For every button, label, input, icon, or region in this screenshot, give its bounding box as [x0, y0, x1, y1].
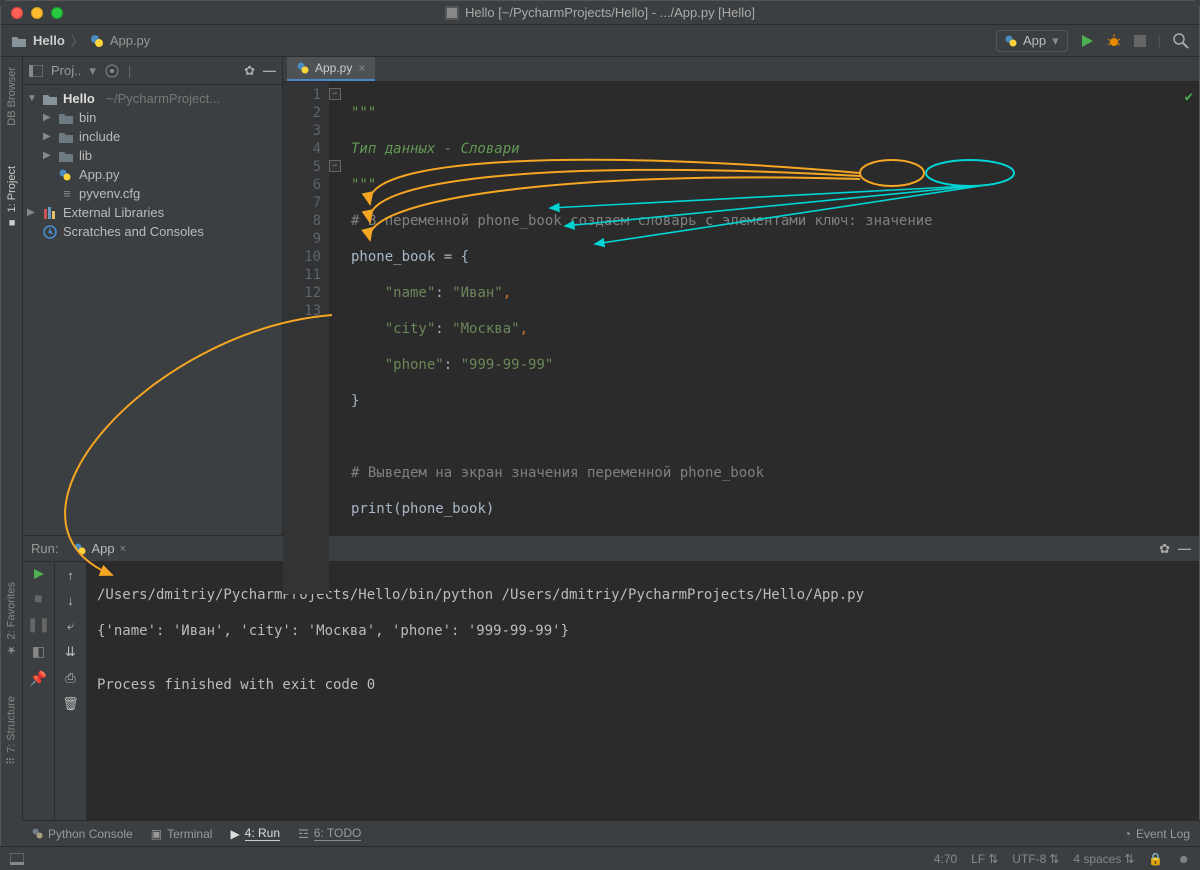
pause-icon[interactable]: ❚❚	[27, 616, 50, 633]
favorites-tab[interactable]: ★2: Favorites	[5, 582, 18, 656]
run-panel-label: Run:	[31, 541, 58, 556]
tree-folder-include[interactable]: ▶include	[23, 127, 282, 146]
python-icon	[32, 828, 43, 839]
debug-button[interactable]	[1106, 34, 1122, 48]
layout-icon[interactable]: ◧	[32, 643, 45, 660]
titlebar: Hello [~/PycharmProjects/Hello] - .../Ap…	[1, 1, 1199, 25]
run-tab-label: App	[91, 541, 114, 556]
play-icon: ▶	[230, 827, 239, 841]
left-tool-strip: DB Browser ■1: Project ★2: Favorites ⠿7:…	[1, 57, 23, 845]
editor-tab-app[interactable]: App.py ×	[287, 57, 375, 81]
navigation-bar: Hello 〉 App.py App ▾ |	[1, 25, 1199, 57]
stop-button[interactable]	[1134, 35, 1146, 47]
run-toolbar-right: ↑ ↓ ⤶ ⇊ ⎙ 🗑	[55, 562, 87, 845]
run-config-selector[interactable]: App ▾	[996, 30, 1068, 52]
event-log-tab[interactable]: ◔Event Log	[1124, 827, 1190, 841]
todo-tab[interactable]: ☲6: TODO	[298, 826, 361, 841]
python-icon	[297, 62, 309, 74]
panel-title[interactable]: Proj..	[51, 63, 81, 78]
folder-icon	[11, 34, 27, 48]
window-controls	[11, 7, 63, 19]
indent-config[interactable]: 4 spaces⇅	[1073, 852, 1134, 866]
editor-tabbar: App.py ×	[283, 57, 1199, 82]
statusbar: 4:70 LF⇅ UTF-8⇅ 4 spaces⇅ 🔒 ☻	[0, 846, 1200, 870]
run-button[interactable]	[1080, 34, 1094, 48]
gear-icon[interactable]: ✿	[244, 63, 255, 79]
console-stdout: {'name': 'Иван', 'city': 'Москва', 'phon…	[97, 622, 1189, 640]
trash-icon[interactable]: 🗑	[62, 696, 79, 712]
code-area[interactable]: ✔ 1234 5678 910111213 − − """ Тип данных…	[283, 82, 1199, 594]
close-icon[interactable]: ×	[358, 61, 365, 75]
tool-window-quick-access-icon[interactable]	[10, 853, 24, 865]
editor: App.py × ✔ 1234 5678 910111213 − −	[283, 57, 1199, 535]
inspector-icon[interactable]: ☻	[1177, 852, 1190, 866]
event-log-icon: ◔	[1124, 827, 1131, 841]
run-toolbar-left: ■ ❚❚ ◧ 📌	[23, 562, 55, 845]
up-icon[interactable]: ↑	[67, 568, 74, 583]
project-tool-tab[interactable]: ■1: Project	[6, 166, 18, 228]
rerun-icon[interactable]	[33, 568, 45, 580]
chevron-down-icon: ▾	[1052, 33, 1059, 49]
search-icon[interactable]	[1173, 33, 1189, 49]
python-icon	[1005, 35, 1017, 47]
window-title: Hello [~/PycharmProjects/Hello] - .../Ap…	[445, 5, 755, 20]
tree-folder-lib[interactable]: ▶lib	[23, 146, 282, 165]
breadcrumb-project[interactable]: Hello	[33, 33, 65, 48]
code-content[interactable]: """ Тип данных - Словари """ # В перемен…	[329, 82, 1199, 594]
run-tab[interactable]: App ×	[66, 539, 134, 558]
db-browser-tab[interactable]: DB Browser	[6, 67, 18, 126]
terminal-icon: ▣	[151, 827, 162, 841]
project-view-icon	[29, 65, 43, 77]
tree-external[interactable]: ▶External Libraries	[23, 203, 282, 222]
structure-tab[interactable]: ⠿7: Structure	[5, 696, 18, 765]
print-icon[interactable]: ⎙	[65, 670, 75, 686]
stop-icon[interactable]: ■	[34, 590, 42, 606]
project-panel: Proj..▾ | ✿ — ▼ Hello ~/PycharmProject..…	[23, 57, 283, 535]
tree-file-cfg[interactable]: ≡pyvenv.cfg	[23, 184, 282, 203]
python-console-tab[interactable]: Python Console	[32, 827, 133, 841]
breadcrumb-file[interactable]: App.py	[110, 33, 150, 48]
close-window-icon[interactable]	[11, 7, 23, 19]
minimize-window-icon[interactable]	[31, 7, 43, 19]
pin-icon[interactable]: 📌	[30, 670, 47, 687]
python-icon	[90, 34, 104, 48]
collapse-icon[interactable]	[104, 63, 120, 79]
breadcrumb: Hello 〉 App.py	[11, 31, 150, 50]
python-icon	[74, 543, 86, 555]
cursor-position[interactable]: 4:70	[934, 852, 957, 866]
tree-root[interactable]: ▼ Hello ~/PycharmProject...	[23, 89, 282, 108]
line-separator[interactable]: LF⇅	[971, 852, 998, 866]
down-icon[interactable]: ↓	[67, 593, 74, 608]
console-output[interactable]: /Users/dmitriy/PycharmProjects/Hello/bin…	[87, 562, 1199, 845]
run-tab-bottom[interactable]: ▶4: Run	[230, 826, 280, 841]
editor-tab-label: App.py	[315, 61, 352, 75]
divider-icon: |	[128, 63, 131, 78]
tree-folder-bin[interactable]: ▶bin	[23, 108, 282, 127]
project-tree: ▼ Hello ~/PycharmProject... ▶bin ▶includ…	[23, 85, 282, 245]
breadcrumb-sep-icon: 〉	[71, 31, 84, 50]
console-exit: Process finished with exit code 0	[97, 676, 1189, 694]
maximize-window-icon[interactable]	[51, 7, 63, 19]
close-icon[interactable]: ×	[120, 543, 126, 555]
terminal-tab[interactable]: ▣Terminal	[151, 827, 213, 841]
tree-scratches[interactable]: Scratches and Consoles	[23, 222, 282, 241]
file-encoding[interactable]: UTF-8⇅	[1012, 852, 1059, 866]
run-config-label: App	[1023, 33, 1046, 48]
lock-icon[interactable]: 🔒	[1148, 852, 1163, 866]
tree-file-app[interactable]: App.py	[23, 165, 282, 184]
hide-panel-icon[interactable]: —	[263, 63, 276, 78]
scroll-icon[interactable]: ⇊	[65, 644, 76, 660]
line-gutter: 1234 5678 910111213	[283, 82, 329, 594]
wrap-icon[interactable]: ⤶	[67, 618, 74, 634]
list-icon: ☲	[298, 827, 309, 841]
bottom-tool-tabs: Python Console ▣Terminal ▶4: Run ☲6: TOD…	[22, 820, 1200, 846]
app-icon	[445, 6, 459, 20]
